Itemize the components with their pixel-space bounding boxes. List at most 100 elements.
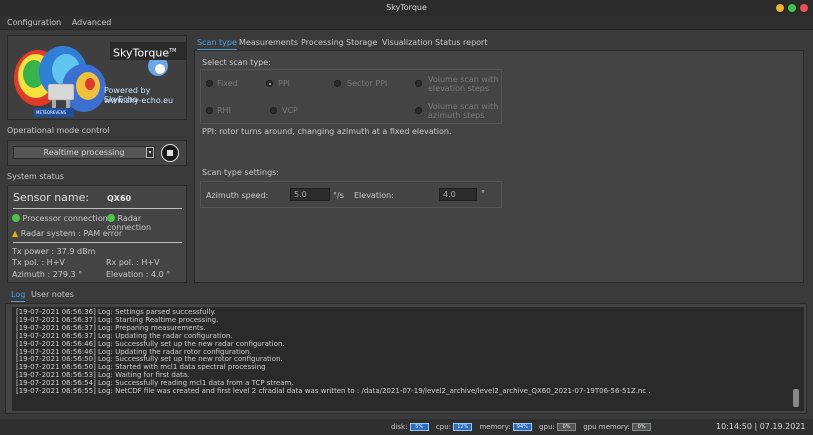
tx-pol: Tx pol. : H+V	[12, 258, 65, 267]
radio-volume-azimuth[interactable]	[415, 107, 422, 114]
cpu-label: cpu:	[435, 423, 452, 431]
memory-value: 94%	[516, 424, 528, 430]
gpu-memory-meter: 0%	[632, 423, 652, 431]
radio-volume-azimuth-label-1: Volume scan with	[428, 102, 499, 111]
scan-settings-label: Scan type settings:	[202, 168, 280, 177]
log-scrollbar[interactable]	[793, 389, 799, 407]
log-panel: [19-07-2021 06:56:36] Log: Settings pars…	[5, 303, 807, 414]
radio-fixed-label: Fixed	[217, 79, 238, 88]
logo-badge: METEOREVENS	[36, 110, 67, 115]
cpu-meter: 12%	[453, 423, 473, 431]
elevation-label: Elevation:	[354, 191, 394, 200]
mode-dropdown-button[interactable]: ▾	[146, 147, 154, 158]
azimuth-speed-label: Azimuth speed:	[206, 191, 269, 200]
radio-ppi-label: PPI	[278, 79, 291, 88]
radio-volume-elevation-label-1: Volume scan with	[428, 75, 499, 84]
tab-user-notes[interactable]: User notes	[31, 289, 74, 301]
stop-button[interactable]	[161, 144, 179, 162]
radio-volume-elevation-label-2: elevation steps	[428, 84, 490, 93]
sensor-name-value: QX60	[107, 194, 132, 203]
elevation-readout: Elevation : 4.0 °	[106, 270, 171, 279]
disk-label: disk:	[391, 423, 408, 431]
tab-log[interactable]: Log	[11, 289, 26, 302]
minimize-button[interactable]	[776, 4, 784, 12]
scan-type-panel: Select scan type: Fixed PPI Sector PPI V…	[194, 50, 804, 283]
warning-icon: ▲	[12, 229, 19, 238]
log-tabs: Log User notes	[10, 289, 130, 302]
azimuth-speed-unit: °/s	[333, 191, 344, 200]
elevation-input[interactable]	[439, 188, 477, 201]
close-button[interactable]	[800, 4, 808, 12]
scan-settings-box: Azimuth speed: °/s Elevation: °	[200, 181, 502, 208]
tab-scan-type[interactable]: Scan type	[197, 37, 237, 50]
radio-volume-elevation[interactable]	[415, 80, 422, 87]
gpu-label: gpu:	[539, 423, 555, 431]
logo-panel: SkyTorqueTM Powered by SkyEcho www.sky-e…	[7, 35, 187, 120]
tx-power: Tx power : 37.9 dBm	[12, 247, 96, 256]
memory-label: memory:	[479, 423, 511, 431]
logo-url: www.sky-echo.eu	[104, 96, 174, 105]
main-tabs: Scan type Measurements Processing Storag…	[196, 37, 556, 50]
tab-storage[interactable]: Storage	[346, 37, 377, 49]
scan-description: PPI: rotor turns around, changing azimut…	[202, 127, 452, 136]
status-separator-2	[13, 242, 182, 243]
tab-measurements[interactable]: Measurements	[239, 37, 298, 49]
processor-connection-label: Processor connection	[22, 214, 108, 223]
menu-configuration[interactable]: Configuration	[3, 16, 65, 30]
gpu-memory-label: gpu memory:	[583, 423, 630, 431]
clock: 10:14:50 | 07.19.2021	[716, 422, 806, 431]
azimuth-readout: Azimuth : 279.3 °	[12, 270, 83, 279]
menu-advanced[interactable]: Advanced	[68, 16, 116, 30]
memory-meter: 94%	[512, 423, 532, 431]
status-title: System status	[7, 172, 64, 181]
mode-select[interactable]: Realtime processing	[13, 146, 155, 159]
gpu-memory-value: 0%	[637, 424, 646, 430]
window-title: SkyTorque	[386, 3, 427, 12]
log-line: [19-07-2021 06:56:55] Log: NetCDF file w…	[16, 387, 651, 396]
tab-status-report[interactable]: Status report	[435, 37, 487, 49]
logo-tm: TM	[169, 48, 177, 54]
processor-connection: Processor connection	[12, 214, 108, 223]
radio-fixed[interactable]	[206, 80, 213, 87]
radar-system-status: ▲ Radar system : PAM error	[12, 229, 122, 238]
radio-volume-azimuth-label-2: azimuth steps	[428, 111, 485, 120]
maximize-button[interactable]	[788, 4, 796, 12]
chevron-down-icon: ▾	[148, 149, 152, 156]
azimuth-speed-input[interactable]	[290, 188, 330, 201]
radio-ppi[interactable]	[266, 80, 273, 87]
status-panel: Sensor name: QX60 Processor connection R…	[7, 185, 187, 283]
scan-options-box: Fixed PPI Sector PPI Volume scan with el…	[200, 69, 502, 124]
disk-meter: 5%	[409, 423, 429, 431]
opmode-title: Operational mode control	[7, 126, 110, 135]
mode-select-value: Realtime processing	[43, 148, 125, 157]
log-output: [19-07-2021 06:56:36] Log: Settings pars…	[12, 307, 804, 411]
tab-processing[interactable]: Processing	[301, 37, 344, 49]
radio-vcp-label: VCP	[282, 106, 298, 115]
radar-system-label: Radar system : PAM error	[20, 229, 123, 238]
radio-sector-ppi[interactable]	[334, 80, 341, 87]
logo-brand: SkyTorqueTM	[110, 42, 186, 60]
radio-vcp[interactable]	[270, 107, 277, 114]
status-bar: disk: 5% cpu: 12% memory: 94% gpu: 0% gp…	[0, 419, 813, 435]
cpu-value: 12%	[457, 424, 469, 430]
gpu-value: 0%	[562, 424, 571, 430]
radio-rhi-label: RHI	[217, 106, 231, 115]
rx-pol: Rx pol. : H+V	[106, 258, 160, 267]
select-scan-label: Select scan type:	[202, 58, 271, 67]
radar-ok-icon	[107, 214, 115, 222]
sensor-name-label: Sensor name:	[13, 191, 90, 204]
processor-ok-icon	[12, 214, 20, 222]
tab-visualization[interactable]: Visualization	[382, 37, 433, 49]
status-separator-1	[13, 208, 182, 209]
resource-meters: disk: 5% cpu: 12% memory: 94% gpu: 0% gp…	[391, 419, 656, 435]
opmode-panel: Realtime processing ▾	[7, 140, 187, 166]
stop-icon	[167, 150, 173, 156]
gpu-meter: 0%	[556, 423, 576, 431]
radio-rhi[interactable]	[206, 107, 213, 114]
title-bar: SkyTorque	[0, 0, 813, 16]
disk-value: 5%	[415, 424, 424, 430]
menu-bar: Configuration Advanced	[0, 16, 813, 30]
elevation-unit: °	[481, 189, 485, 198]
logo-brand-text: SkyTorque	[113, 46, 170, 60]
radio-sector-ppi-label: Sector PPI	[347, 79, 388, 88]
